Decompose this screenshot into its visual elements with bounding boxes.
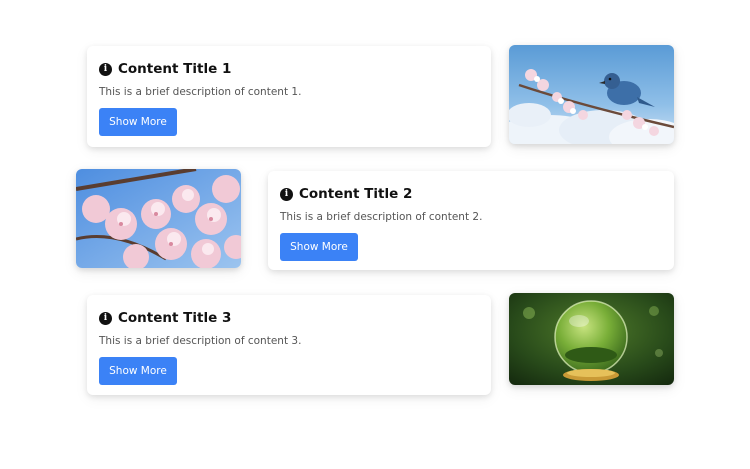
show-more-button[interactable]: Show More — [280, 233, 358, 261]
card-description: This is a brief description of content 2… — [280, 211, 483, 223]
card-title: Content Title 3 — [118, 310, 232, 326]
card-title: Content Title 2 — [299, 186, 413, 202]
cherry-blossom-image — [76, 169, 241, 268]
card-title: Content Title 1 — [118, 61, 232, 77]
content-list: i Content Title 1 This is a brief descri… — [0, 0, 750, 469]
content-card-1: i Content Title 1 This is a brief descri… — [87, 46, 491, 147]
content-card-2: i Content Title 2 This is a brief descri… — [268, 171, 674, 270]
show-more-button[interactable]: Show More — [99, 357, 177, 385]
info-circle-icon: i — [99, 62, 112, 76]
terrarium-globe-image — [509, 293, 674, 385]
bird-cherry-blossom-image — [509, 45, 674, 144]
card-description: This is a brief description of content 3… — [99, 335, 302, 347]
info-circle-icon: i — [280, 187, 293, 201]
show-more-button[interactable]: Show More — [99, 108, 177, 136]
info-circle-icon: i — [99, 311, 112, 325]
card-description: This is a brief description of content 1… — [99, 86, 302, 98]
content-card-3: i Content Title 3 This is a brief descri… — [87, 295, 491, 395]
